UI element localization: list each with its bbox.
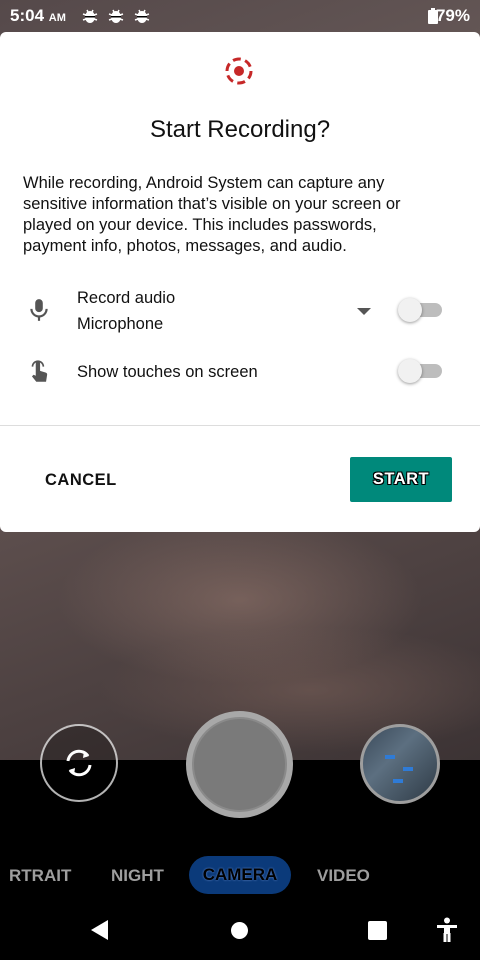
back-icon[interactable] [91, 920, 108, 940]
chevron-down-icon[interactable] [357, 308, 371, 315]
mode-video[interactable]: VIDEO [317, 866, 370, 886]
gallery-thumbnail[interactable] [360, 724, 440, 804]
audio-source-select[interactable]: Microphone [77, 315, 163, 334]
dialog-description: While recording, Android System can capt… [23, 174, 401, 255]
mode-portrait[interactable]: RTRAIT [9, 866, 71, 886]
record-audio-toggle[interactable] [398, 298, 444, 322]
battery-percent: 79% [435, 6, 470, 25]
toggle-knob [398, 359, 422, 383]
thumbnail-detail [385, 755, 395, 759]
status-bar: 5:04 AM 79% [0, 0, 480, 32]
switch-camera-icon [66, 749, 92, 777]
shutter-button[interactable] [186, 711, 293, 818]
switch-camera-button[interactable] [40, 724, 118, 802]
thumbnail-detail [393, 779, 403, 783]
notification-icons [82, 8, 150, 24]
record-audio-label: Record audio [77, 289, 176, 307]
thumbnail-detail [403, 767, 413, 771]
status-time-value: 5:04 [10, 6, 45, 25]
bug-icon [108, 9, 124, 23]
start-button[interactable]: START [350, 457, 452, 502]
show-touches-label: Show touches on screen [77, 363, 258, 381]
accessibility-icon[interactable] [436, 917, 458, 943]
shutter-inner [194, 719, 285, 810]
touch-icon [31, 360, 48, 382]
microphone-icon [30, 299, 48, 321]
show-touches-toggle[interactable] [398, 359, 444, 383]
recents-icon[interactable] [368, 921, 387, 940]
bug-icon [134, 9, 150, 23]
camera-mode-selector: RTRAIT NIGHT CAMERA VIDEO [0, 856, 480, 896]
status-time-ampm: AM [48, 12, 66, 24]
dialog-title: Start Recording? [149, 116, 331, 143]
bug-icon [82, 9, 98, 23]
dialog-divider [0, 425, 480, 426]
status-time: 5:04 AM [10, 6, 66, 26]
toggle-knob [398, 298, 422, 322]
mode-night[interactable]: NIGHT [111, 866, 164, 886]
screen-record-dialog: Start Recording? While recording, Androi… [0, 32, 480, 532]
cancel-button[interactable]: CANCEL [30, 460, 130, 500]
screen-record-icon [225, 57, 253, 85]
home-icon[interactable] [231, 922, 248, 939]
mode-camera[interactable]: CAMERA [189, 856, 291, 894]
